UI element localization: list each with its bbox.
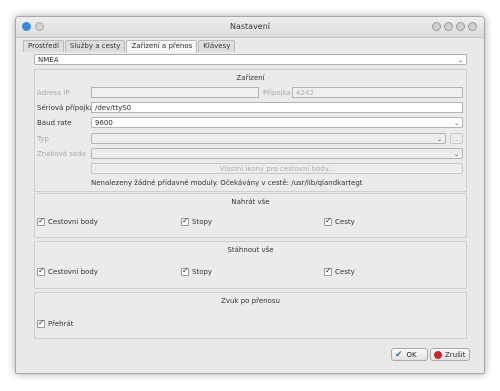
help-icon[interactable] [432, 22, 441, 31]
check-icon [37, 266, 45, 276]
check-icon [181, 266, 189, 276]
type-select[interactable]: ⌄ [91, 133, 446, 144]
upload-group-title: Nahrát vše [231, 198, 270, 206]
tab-device-transfer[interactable]: Zařízení a přenos [126, 40, 198, 53]
close-icon[interactable] [468, 22, 477, 31]
charset-label: Znaková sada [37, 150, 86, 158]
no-modules-message: Nenalezeny žádné přídavné moduly. Očekáv… [91, 179, 363, 187]
minimize-icon[interactable] [444, 22, 453, 31]
download-routes-checkbox[interactable]: Cesty [324, 266, 355, 276]
upload-tracks-checkbox[interactable]: Stopy [181, 216, 212, 226]
custom-icons-button[interactable]: Vlastní ikony pro cestovní body... [91, 163, 463, 174]
protocol-select[interactable]: NMEA ⌄ [34, 54, 467, 65]
check-icon [181, 216, 189, 226]
type-label: Typ [37, 135, 49, 143]
upload-waypoints-checkbox[interactable]: Cestovní body [37, 216, 98, 226]
window-title: Nastavení [229, 22, 271, 31]
chevron-down-icon: ⌄ [453, 120, 459, 127]
device-group-title: Zařízení [236, 74, 265, 82]
cancel-button[interactable]: Zrušit [430, 348, 470, 361]
tab-keys[interactable]: Klávesy [198, 40, 236, 52]
ip-label: Adresa IP [37, 89, 70, 97]
port-label: Přípojka [263, 89, 291, 97]
chevron-down-icon: ⌄ [453, 151, 459, 158]
download-group: Stáhnout vše [34, 241, 467, 289]
download-tracks-checkbox[interactable]: Stopy [181, 266, 212, 276]
upload-routes-checkbox[interactable]: Cesty [324, 216, 355, 226]
check-icon [37, 216, 45, 226]
protocol-value: NMEA [38, 56, 59, 64]
maximize-icon[interactable] [456, 22, 465, 31]
tab-services-paths[interactable]: Služby a cesty [64, 40, 126, 52]
port-input[interactable]: 4242 [292, 87, 463, 98]
title-bar: Nastavení [16, 17, 484, 38]
check-icon [324, 216, 332, 226]
type-config-button[interactable]: … [450, 133, 463, 144]
download-group-title: Stáhnout vše [227, 246, 274, 254]
ok-check-icon: ✔ [395, 349, 403, 360]
serial-label: Sériová přípojka [37, 104, 94, 112]
tab-environment[interactable]: Prostředí [23, 40, 64, 52]
sound-group: Zvuk po přenosu [34, 292, 467, 339]
baud-label: Baud rate [37, 119, 72, 127]
sound-play-checkbox[interactable]: Přehrát [37, 318, 73, 328]
upload-group: Nahrát vše [34, 193, 467, 238]
check-icon [324, 266, 332, 276]
chevron-down-icon: ⌄ [457, 57, 463, 64]
ip-input[interactable] [91, 87, 259, 98]
check-icon [37, 318, 45, 328]
cancel-icon [434, 350, 442, 359]
tab-bar: Prostředí Služby a cesty Zařízení a přen… [23, 40, 236, 53]
sound-group-title: Zvuk po přenosu [221, 297, 280, 305]
chevron-down-icon: ⌄ [436, 136, 442, 143]
serial-input[interactable]: /dev/ttyS0 [91, 102, 463, 113]
charset-select[interactable]: ⌄ [91, 148, 463, 159]
ok-button[interactable]: ✔ OK [391, 348, 428, 361]
baud-value: 9600 [95, 119, 113, 127]
baud-select[interactable]: 9600 ⌄ [91, 117, 463, 128]
download-waypoints-checkbox[interactable]: Cestovní body [37, 266, 98, 276]
